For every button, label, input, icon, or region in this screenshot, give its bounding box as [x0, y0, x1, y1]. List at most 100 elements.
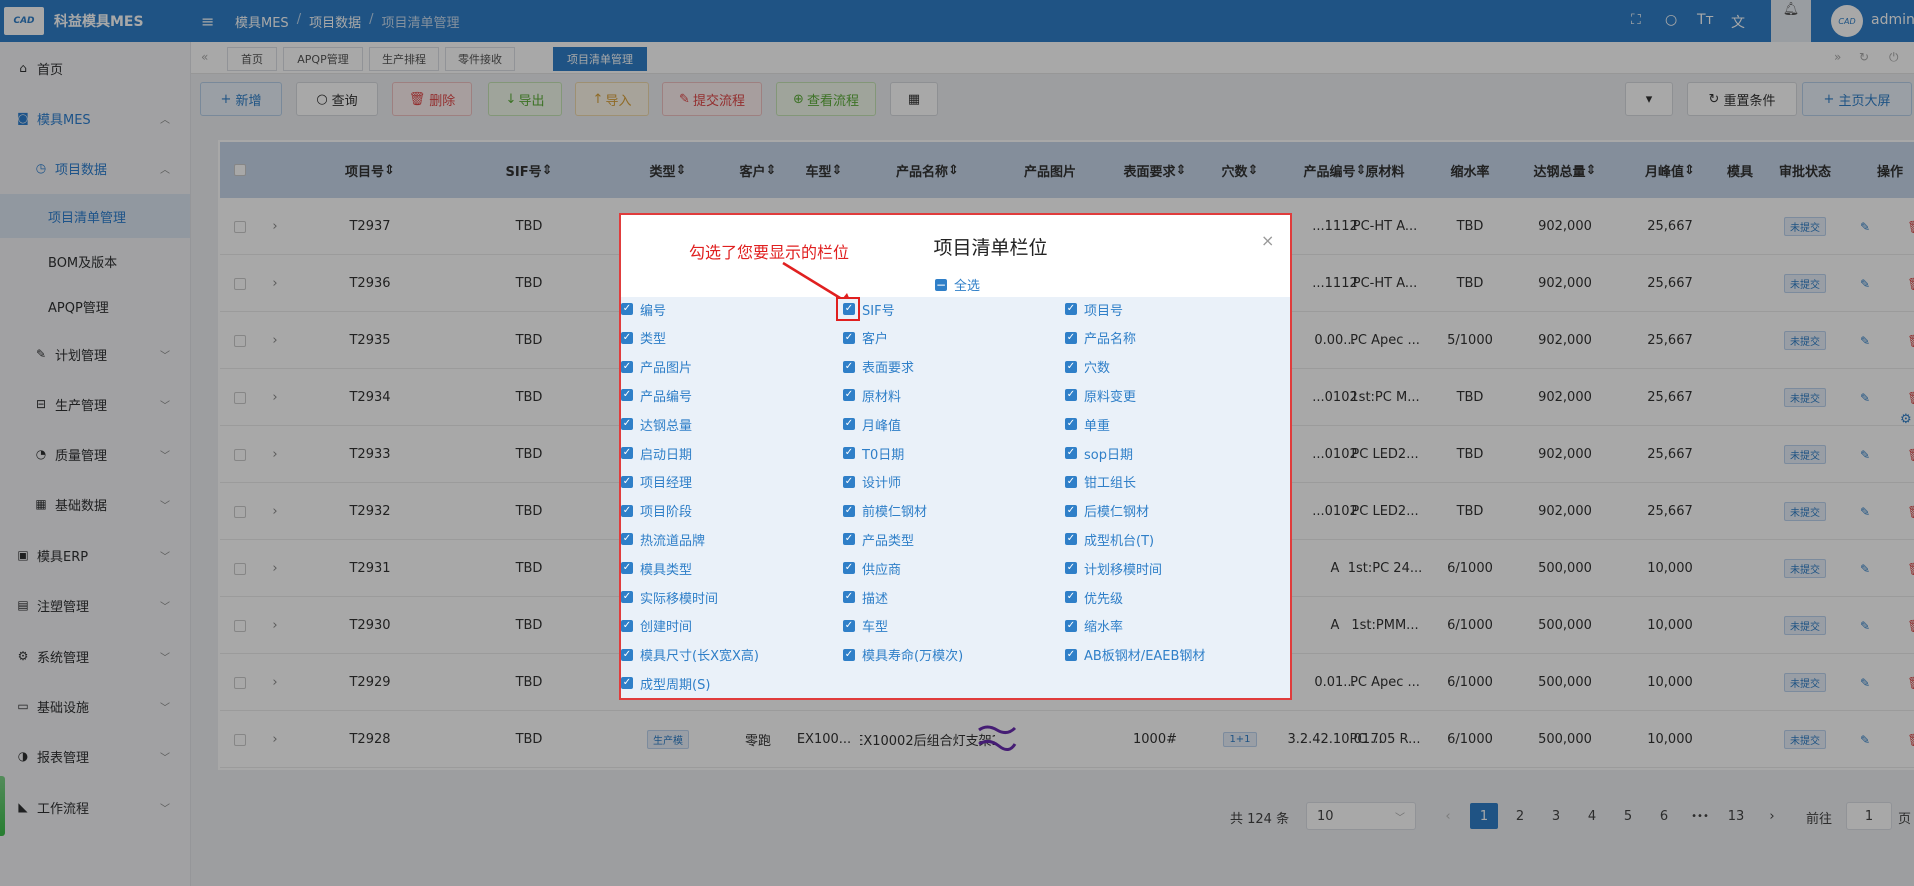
column-option-checkbox[interactable]: ✓ 热流道品牌 [621, 530, 706, 549]
column-option-checkbox[interactable]: ✓ 原料变更 [1065, 386, 1136, 405]
column-option-checkbox[interactable]: ✓ 成型机台(T) [1065, 530, 1155, 549]
column-option-label: 类型 [640, 332, 667, 348]
column-option-checkbox[interactable]: ✓ 达钢总量 [621, 415, 693, 434]
checked-icon: ✓ [1065, 331, 1077, 344]
column-option-checkbox[interactable]: ✓ 设计师 [843, 473, 901, 491]
column-option-label: 钳工组长 [1084, 476, 1137, 492]
annotation-text: 勾选了您要显示的栏位 [689, 243, 850, 262]
column-option-checkbox[interactable]: ✓ 产品编号 [621, 386, 693, 405]
column-option-label: 车型 [862, 620, 889, 636]
column-option-label: 后模仁钢材 [1084, 505, 1150, 521]
checked-icon: ✓ [1065, 591, 1077, 603]
column-option-label: 产品图片 [640, 361, 693, 377]
column-option-checkbox[interactable]: ✓ 车型 [843, 617, 888, 635]
column-option-label: 实际移模时间 [640, 591, 719, 607]
column-option-checkbox[interactable]: ✓ 供应商 [843, 559, 902, 578]
column-option-checkbox[interactable]: ✓ 项目经理 [621, 473, 692, 491]
column-option-checkbox[interactable]: ✓ 穴数 [1065, 358, 1110, 376]
column-option-checkbox[interactable]: ✓ 模具类型 [621, 559, 693, 578]
column-option-label: 前模仁钢材 [862, 505, 928, 521]
column-option-label: 设计师 [862, 476, 902, 492]
column-option-checkbox[interactable]: ✓ 前模仁钢材 [843, 502, 927, 520]
column-option-label: SIF号 [862, 303, 895, 319]
column-option-checkbox[interactable]: ✓ 实际移模时间 [621, 588, 719, 607]
column-option-checkbox[interactable]: ✓ 模具寿命(万模次) [843, 646, 963, 664]
column-option-label: sop日期 [1084, 447, 1133, 463]
column-option-label: 客户 [862, 332, 889, 348]
checked-icon: ✓ [843, 533, 855, 546]
column-option-label: 产品类型 [862, 533, 915, 549]
column-option-label: 热流道品牌 [640, 533, 706, 549]
column-option-checkbox[interactable]: ✓ 表面要求 [843, 358, 914, 376]
column-option-checkbox[interactable]: ✓ 描述 [843, 588, 889, 607]
column-option-label: 产品编号 [640, 389, 693, 405]
checked-icon: ✓ [621, 418, 633, 431]
column-option-label: 月峰值 [862, 418, 902, 434]
column-option-label: 缩水率 [1084, 620, 1124, 636]
column-option-label: 产品名称 [1084, 332, 1137, 348]
checked-icon: ✓ [1065, 648, 1077, 661]
checked-icon: ✓ [621, 447, 633, 459]
column-option-checkbox[interactable]: ✓ 产品名称 [1065, 329, 1136, 347]
checked-icon: ✓ [843, 418, 855, 431]
checked-icon: ✓ [621, 648, 633, 661]
column-option-checkbox[interactable]: ✓ 月峰值 [843, 415, 902, 434]
column-option-checkbox[interactable]: ✓ sop日期 [1065, 444, 1133, 463]
column-options [621, 297, 1290, 698]
column-option-checkbox[interactable]: ✓ 类型 [621, 329, 666, 347]
select-all-checkbox[interactable]: − 全选 [935, 275, 980, 294]
column-option-checkbox[interactable]: ✓ 项目阶段 [621, 502, 692, 520]
column-option-checkbox[interactable]: ✓ 产品图片 [621, 358, 692, 376]
checked-icon: ✓ [1065, 504, 1077, 517]
column-option-label: 优先级 [1084, 591, 1124, 607]
column-option-label: 项目号 [1084, 303, 1124, 319]
column-option-label: 供应商 [862, 562, 902, 578]
column-option-checkbox[interactable]: ✓ 钳工组长 [1065, 473, 1136, 491]
column-option-checkbox[interactable]: ✓ 计划移模时间 [1065, 559, 1162, 578]
column-option-label: AB板钢材/EAEB钢材 [1084, 649, 1206, 665]
column-option-checkbox[interactable]: ✓ T0日期 [843, 444, 904, 463]
checked-icon: ✓ [621, 619, 633, 632]
column-option-checkbox[interactable]: ✓ 项目号 [1065, 300, 1124, 319]
close-icon[interactable]: × [1261, 231, 1274, 250]
checked-icon: ✓ [843, 504, 855, 517]
checked-icon: ✓ [621, 504, 633, 517]
checked-icon: ✓ [1065, 533, 1077, 546]
checked-icon: ✓ [843, 619, 855, 632]
column-option-label: 成型机台(T) [1084, 533, 1155, 549]
checked-icon: ✓ [1065, 418, 1077, 431]
column-option-label: 达钢总量 [640, 418, 693, 434]
column-option-label: 模具寿命(万模次) [862, 649, 964, 665]
checked-icon: ✓ [1065, 303, 1077, 315]
column-option-checkbox[interactable]: ✓ 优先级 [1065, 588, 1124, 607]
checked-icon: ✓ [843, 475, 855, 488]
checked-icon: ✓ [843, 389, 855, 402]
column-option-checkbox[interactable]: ✓ 创建时间 [621, 617, 692, 635]
column-option-checkbox[interactable]: ✓ 产品类型 [843, 530, 915, 549]
checked-icon: ✓ [843, 591, 855, 603]
column-option-checkbox[interactable]: ✓ 单重 [1065, 415, 1110, 434]
column-option-checkbox[interactable]: ✓ 成型周期(S) [621, 674, 710, 693]
checked-icon: ✓ [1065, 562, 1077, 575]
column-option-checkbox[interactable]: ✓ 模具尺寸(长X宽X高) [621, 646, 759, 664]
checked-icon: ✓ [843, 562, 855, 575]
column-option-checkbox[interactable]: ✓ 原材料 [843, 386, 901, 405]
column-option-label: 模具类型 [640, 562, 693, 578]
column-option-checkbox[interactable]: ✓ 缩水率 [1065, 617, 1123, 635]
column-option-checkbox[interactable]: ✓ 客户 [843, 329, 888, 347]
column-option-label: 编号 [640, 303, 667, 319]
column-option-label: 描述 [862, 591, 889, 607]
column-option-checkbox[interactable]: ✓ 编号 [621, 300, 667, 319]
column-option-label: 启动日期 [640, 447, 693, 463]
annotation-highlight-box [836, 297, 860, 321]
checked-icon: ✓ [621, 562, 633, 575]
column-option-checkbox[interactable]: ✓ 后模仁钢材 [1065, 502, 1149, 520]
checked-icon: ✓ [1065, 360, 1077, 373]
column-option-checkbox[interactable]: ✓ 启动日期 [621, 444, 693, 463]
checked-icon: ✓ [1065, 389, 1077, 402]
column-settings-dialog: 项目清单栏位 × 勾选了您要显示的栏位 − 全选 ✓ 编号 ✓ 类型 ✓ 产品图片 ✓ 产品编… [619, 213, 1292, 700]
checked-icon: ✓ [621, 303, 633, 315]
column-option-label: 表面要求 [862, 361, 915, 377]
column-option-checkbox[interactable]: ✓ AB板钢材/EAEB钢材 [1065, 646, 1205, 664]
column-option-label: 穴数 [1084, 361, 1111, 377]
